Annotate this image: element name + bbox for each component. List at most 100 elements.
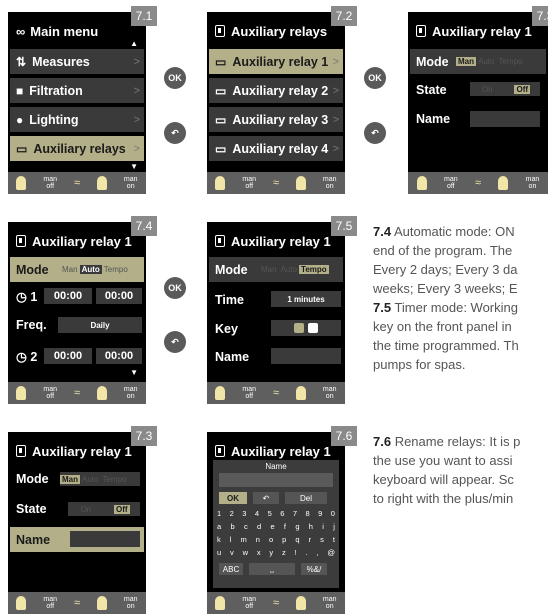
mode-tempo[interactable]: Tempo bbox=[299, 264, 329, 274]
back-button[interactable]: ↶ bbox=[164, 122, 186, 144]
light-icon[interactable] bbox=[16, 596, 27, 610]
state-label: State bbox=[16, 502, 47, 516]
mode-auto[interactable]: Auto bbox=[80, 475, 100, 484]
keyboard-row-3[interactable]: klmnopqrst bbox=[217, 535, 335, 544]
mode-selector[interactable]: Man Auto Tempo bbox=[259, 262, 339, 276]
mode-selector[interactable]: Man Auto Tempo bbox=[456, 54, 536, 68]
mode-selector[interactable]: Man Auto Tempo bbox=[60, 262, 138, 276]
man-off-label[interactable]: man off bbox=[242, 176, 256, 190]
state-toggle[interactable]: On Off bbox=[68, 502, 140, 516]
menu-item-filtration[interactable]: ■ Filtration > bbox=[10, 78, 144, 103]
ok-button[interactable]: OK bbox=[164, 277, 186, 299]
wifi-icon[interactable]: ≈ bbox=[273, 387, 279, 399]
name-field[interactable] bbox=[470, 111, 540, 127]
minus-key-icon[interactable] bbox=[308, 323, 318, 333]
light-icon[interactable] bbox=[295, 596, 306, 610]
scroll-down-icon[interactable]: ▼ bbox=[130, 368, 138, 377]
menu-item-measures[interactable]: ⇅ Measures > bbox=[10, 49, 144, 74]
keyboard-row-4[interactable]: u v w x y z!., @ bbox=[217, 548, 335, 557]
mode-auto[interactable]: Auto bbox=[279, 265, 299, 274]
scroll-down-icon[interactable]: ▼ bbox=[130, 162, 138, 171]
man-off-label[interactable]: man off bbox=[242, 386, 256, 400]
state-off[interactable]: Off bbox=[514, 84, 531, 94]
keyboard-symbols-button[interactable]: %&/ bbox=[301, 563, 327, 575]
mode-auto[interactable]: Auto bbox=[79, 264, 102, 274]
keyboard-abc-button[interactable]: ABC bbox=[219, 563, 243, 575]
description-line: the use you want to assi bbox=[373, 453, 513, 468]
man-on-label[interactable]: man on bbox=[526, 176, 540, 190]
keyboard-row-2[interactable]: abcdefghij bbox=[217, 522, 335, 531]
light-icon[interactable] bbox=[16, 386, 27, 400]
keyboard-ok-button[interactable]: OK bbox=[219, 492, 247, 504]
slot1-start[interactable]: 00:00 bbox=[44, 288, 92, 304]
keyboard-back-button[interactable]: ↶ bbox=[253, 492, 279, 504]
name-field[interactable] bbox=[70, 531, 140, 547]
keyboard-row-1[interactable]: 1234567890 bbox=[217, 509, 335, 518]
man-off-label[interactable]: man off bbox=[43, 386, 57, 400]
wifi-icon[interactable]: ≈ bbox=[74, 177, 80, 189]
mode-label: Mode bbox=[16, 262, 49, 277]
state-on[interactable]: On bbox=[78, 505, 93, 514]
keyboard-del-button[interactable]: Del bbox=[285, 492, 327, 504]
name-input[interactable] bbox=[219, 473, 333, 487]
mode-man[interactable]: Man bbox=[259, 265, 279, 274]
man-on-label[interactable]: man on bbox=[323, 386, 337, 400]
mode-man[interactable]: Man bbox=[60, 265, 80, 274]
man-off-label[interactable]: man off bbox=[242, 596, 256, 610]
light-icon[interactable] bbox=[295, 386, 306, 400]
scroll-up-icon[interactable]: ▲ bbox=[130, 39, 138, 48]
key-select[interactable] bbox=[271, 320, 341, 336]
wifi-icon[interactable]: ≈ bbox=[273, 177, 279, 189]
slot1-end[interactable]: 00:00 bbox=[96, 288, 142, 304]
back-button[interactable]: ↶ bbox=[364, 122, 386, 144]
state-on[interactable]: On bbox=[480, 85, 495, 94]
name-field[interactable] bbox=[271, 348, 341, 364]
mode-man[interactable]: Man bbox=[60, 474, 80, 484]
menu-item-auxiliary-relays[interactable]: ▭ Auxiliary relays > bbox=[10, 136, 144, 161]
man-off-label[interactable]: man off bbox=[43, 596, 57, 610]
slot2-start[interactable]: 00:00 bbox=[44, 348, 92, 364]
mode-man[interactable]: Man bbox=[456, 56, 476, 66]
mode-tempo[interactable]: Tempo bbox=[496, 57, 524, 66]
menu-item-lighting[interactable]: ● Lighting > bbox=[10, 107, 144, 132]
light-icon[interactable] bbox=[498, 176, 509, 190]
light-icon[interactable] bbox=[215, 176, 226, 190]
light-icon[interactable] bbox=[295, 176, 306, 190]
man-on-label[interactable]: man on bbox=[124, 596, 138, 610]
time-select[interactable]: 1 minutes bbox=[271, 291, 341, 307]
plus-key-icon[interactable] bbox=[294, 323, 304, 333]
wifi-icon[interactable]: ≈ bbox=[74, 387, 80, 399]
mode-tempo[interactable]: Tempo bbox=[102, 265, 130, 274]
light-icon[interactable] bbox=[215, 386, 226, 400]
back-button[interactable]: ↶ bbox=[164, 331, 186, 353]
light-icon[interactable] bbox=[416, 176, 427, 190]
freq-select[interactable]: Daily bbox=[58, 317, 142, 333]
list-item-relay-3[interactable]: ▭ Auxiliary relay 3 > bbox=[209, 107, 343, 132]
list-item-relay-2[interactable]: ▭ Auxiliary relay 2 > bbox=[209, 78, 343, 103]
light-icon[interactable] bbox=[96, 596, 107, 610]
man-on-label[interactable]: man on bbox=[323, 176, 337, 190]
list-item-relay-1[interactable]: ▭ Auxiliary relay 1 > bbox=[209, 49, 343, 74]
list-item-relay-4[interactable]: ▭ Auxiliary relay 4 > bbox=[209, 136, 343, 161]
man-on-label[interactable]: man on bbox=[124, 386, 138, 400]
keyboard-space-button[interactable]: ⎵ bbox=[249, 563, 295, 575]
man-off-label[interactable]: man off bbox=[43, 176, 57, 190]
light-icon[interactable] bbox=[16, 176, 27, 190]
wifi-icon[interactable]: ≈ bbox=[273, 597, 279, 609]
slot2-end[interactable]: 00:00 bbox=[96, 348, 142, 364]
ok-button[interactable]: OK bbox=[364, 67, 386, 89]
ok-button[interactable]: OK bbox=[164, 67, 186, 89]
mode-selector[interactable]: Man Auto Tempo bbox=[60, 472, 140, 486]
mode-tempo[interactable]: Tempo bbox=[100, 475, 128, 484]
man-on-label[interactable]: man on bbox=[124, 176, 138, 190]
light-icon[interactable] bbox=[215, 596, 226, 610]
man-on-label[interactable]: man on bbox=[323, 596, 337, 610]
mode-auto[interactable]: Auto bbox=[476, 57, 496, 66]
state-toggle[interactable]: On Off bbox=[470, 82, 540, 96]
light-icon[interactable] bbox=[96, 176, 107, 190]
light-icon[interactable] bbox=[96, 386, 107, 400]
state-off[interactable]: Off bbox=[113, 504, 130, 514]
wifi-icon[interactable]: ≈ bbox=[74, 597, 80, 609]
man-off-label[interactable]: man off bbox=[444, 176, 458, 190]
wifi-icon[interactable]: ≈ bbox=[475, 177, 481, 189]
